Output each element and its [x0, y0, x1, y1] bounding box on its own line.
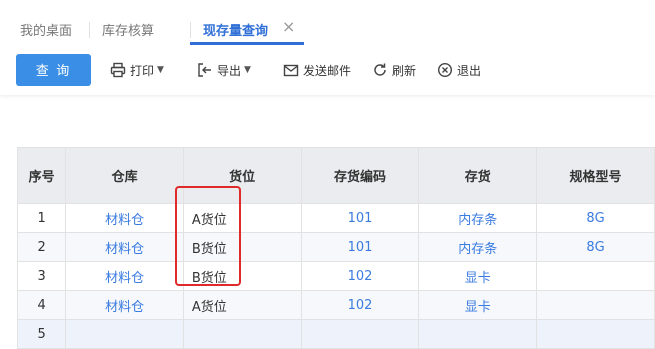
query-button[interactable]: 查 询: [16, 54, 91, 86]
toolbar: 查 询 打印 ▼ 导出 ▼ 发送邮件 刷新 退出: [0, 45, 655, 95]
cell-item-link[interactable]: 内存条: [418, 232, 537, 262]
cell-index: 5: [16, 319, 67, 349]
send-email-button[interactable]: 发送邮件: [283, 60, 351, 80]
cell-index: 3: [16, 261, 67, 291]
col-header-item[interactable]: 存货: [418, 147, 537, 204]
refresh-label: 刷新: [392, 63, 417, 78]
cell-warehouse-link[interactable]: 材料仓: [65, 261, 184, 291]
chevron-down-icon: ▼: [157, 65, 164, 75]
cell-warehouse-link[interactable]: 材料仓: [65, 290, 184, 320]
cell-location: [182, 319, 302, 349]
col-header-index[interactable]: 序号: [16, 147, 67, 204]
cell-location: A货位: [182, 290, 302, 320]
cell-item-link[interactable]: [418, 319, 537, 349]
cell-warehouse-link[interactable]: [65, 319, 184, 349]
export-label: 导出: [217, 63, 242, 78]
close-icon[interactable]: ×: [282, 17, 295, 36]
tab-inventory-accounting[interactable]: 库存核算: [102, 20, 154, 39]
table-row[interactable]: 4 材料仓 A货位 102 显卡: [16, 290, 655, 320]
stock-table: 序号 仓库 货位 存货编码 存货 规格型号 1 材料仓 A货位 101 内存条 …: [16, 147, 655, 349]
col-header-spec[interactable]: 规格型号: [536, 147, 655, 204]
cell-item-link[interactable]: 内存条: [418, 203, 537, 233]
cell-spec-link[interactable]: 8G: [536, 232, 655, 262]
cell-item-code-link[interactable]: 102: [300, 261, 420, 291]
tab-divider: [190, 22, 191, 38]
exit-label: 退出: [457, 63, 482, 78]
col-header-warehouse[interactable]: 仓库: [65, 147, 184, 204]
cell-spec-link[interactable]: 8G: [536, 203, 655, 233]
cell-index: 1: [16, 203, 67, 233]
cell-item-code-link[interactable]: 102: [300, 290, 420, 320]
tab-divider: [89, 22, 90, 38]
table-row[interactable]: 2 材料仓 B货位 101 内存条 8G: [16, 232, 655, 262]
table-row[interactable]: 3 材料仓 B货位 102 显卡: [16, 261, 655, 291]
cell-spec-link[interactable]: [536, 290, 655, 320]
exit-icon: [437, 62, 453, 78]
table-header-row: 序号 仓库 货位 存货编码 存货 规格型号: [16, 147, 655, 204]
refresh-icon: [374, 63, 386, 76]
print-label: 打印: [130, 63, 155, 78]
cell-index: 4: [16, 290, 67, 320]
col-header-item-code[interactable]: 存货编码: [300, 147, 420, 204]
printer-icon: [110, 62, 126, 78]
print-button[interactable]: 打印 ▼: [110, 60, 164, 80]
location-highlight-box: [175, 186, 241, 286]
exit-button[interactable]: 退出: [437, 60, 481, 80]
cell-item-link[interactable]: 显卡: [418, 290, 537, 320]
cell-item-link[interactable]: 显卡: [418, 261, 537, 291]
cell-item-code-link[interactable]: 101: [300, 203, 420, 233]
table-row[interactable]: 5: [16, 319, 655, 349]
tab-my-desktop[interactable]: 我的桌面: [20, 20, 72, 39]
chevron-down-icon: ▼: [244, 65, 251, 75]
cell-spec-link[interactable]: [536, 261, 655, 291]
cell-warehouse-link[interactable]: 材料仓: [65, 203, 184, 233]
tab-stock-query[interactable]: 现存量查询: [203, 20, 268, 39]
send-email-label: 发送邮件: [303, 63, 352, 78]
export-button[interactable]: 导出 ▼: [197, 60, 251, 80]
refresh-button[interactable]: 刷新: [372, 60, 416, 80]
table-row[interactable]: 1 材料仓 A货位 101 内存条 8G: [16, 203, 655, 233]
cell-warehouse-link[interactable]: 材料仓: [65, 232, 184, 262]
export-icon: [198, 63, 211, 77]
cell-item-code-link[interactable]: [300, 319, 420, 349]
tab-bar: 我的桌面 库存核算 现存量查询 ×: [0, 12, 655, 46]
cell-spec-link[interactable]: [536, 319, 655, 349]
cell-index: 2: [16, 232, 67, 262]
mail-icon: [283, 64, 299, 77]
cell-item-code-link[interactable]: 101: [300, 232, 420, 262]
